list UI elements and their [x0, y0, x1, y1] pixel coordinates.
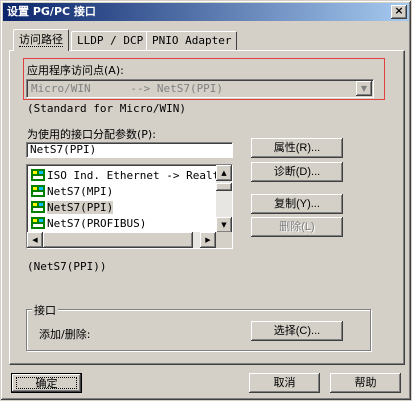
close-icon[interactable]: ×	[391, 5, 407, 19]
network-adapter-icon	[31, 169, 45, 181]
access-point-combo[interactable]: Micro/WIN --> NetS7(PPI) ▼	[26, 79, 374, 98]
scroll-left-icon[interactable]: ◀	[27, 232, 43, 248]
interface-value-field[interactable]: NetS7(PPI)	[26, 142, 233, 158]
title-bar: 设置 PG/PC 接口 ×	[3, 3, 409, 21]
access-point-label: 应用程序访问点(A):	[27, 64, 124, 77]
scrollbar-corner	[216, 232, 232, 248]
access-point-value: Micro/WIN --> NetS7(PPI)	[31, 82, 224, 95]
list-item[interactable]: NetS7(MPI)	[31, 184, 113, 200]
access-point-note: (Standard for Micro/WIN)	[27, 102, 186, 115]
interface-group-title: 接口	[32, 302, 58, 318]
vertical-scroll-thumb[interactable]	[216, 183, 232, 191]
dialog-window: 设置 PG/PC 接口 × 访问路径 LLDP / DCP PNIO Adapt…	[0, 0, 412, 401]
network-adapter-icon	[31, 201, 45, 213]
scroll-down-icon[interactable]: ▼	[216, 217, 232, 233]
focus-rect	[16, 377, 77, 389]
tab-pnio-adapter[interactable]: PNIO Adapter	[146, 31, 238, 50]
chevron-down-icon[interactable]: ▼	[356, 81, 372, 96]
copy-button[interactable]: 复制(Y)...	[251, 194, 343, 214]
select-button[interactable]: 选择(C)...	[251, 321, 343, 341]
interface-label: 为使用的接口分配参数(P):	[27, 128, 156, 141]
network-adapter-icon	[31, 185, 45, 197]
ok-button[interactable]: 确定	[11, 373, 82, 393]
vertical-scrollbar[interactable]: ▲ ▼	[216, 165, 232, 233]
interface-listbox[interactable]: ISO Ind. Ethernet -> Realtek NetS7(MPI) …	[26, 164, 233, 249]
properties-button[interactable]: 属性(R)...	[251, 138, 343, 158]
cancel-button[interactable]: 取消	[249, 373, 320, 393]
delete-button[interactable]: 删除(L)	[251, 217, 343, 237]
interface-status: (NetS7(PPI))	[27, 260, 107, 273]
scroll-right-icon[interactable]: ▶	[200, 232, 216, 248]
tab-access-path[interactable]: 访问路径	[13, 29, 69, 51]
add-remove-label: 添加/删除:	[39, 328, 91, 341]
network-adapter-icon	[31, 217, 45, 229]
window-title: 设置 PG/PC 接口	[7, 5, 96, 18]
diagnostics-button[interactable]: 诊断(D)...	[251, 162, 343, 182]
scroll-up-icon[interactable]: ▲	[216, 165, 232, 181]
tab-lldp-dcp[interactable]: LLDP / DCP	[71, 31, 150, 50]
list-item[interactable]: NetS7(PROFIBUS)	[31, 216, 146, 232]
list-item[interactable]: ISO Ind. Ethernet -> Realtek	[31, 168, 232, 184]
horizontal-scroll-thumb[interactable]	[43, 232, 193, 248]
help-button[interactable]: 帮助	[330, 373, 401, 393]
list-item-selected[interactable]: NetS7(PPI)	[31, 200, 114, 216]
horizontal-scrollbar[interactable]: ◀ ▶	[27, 232, 216, 248]
